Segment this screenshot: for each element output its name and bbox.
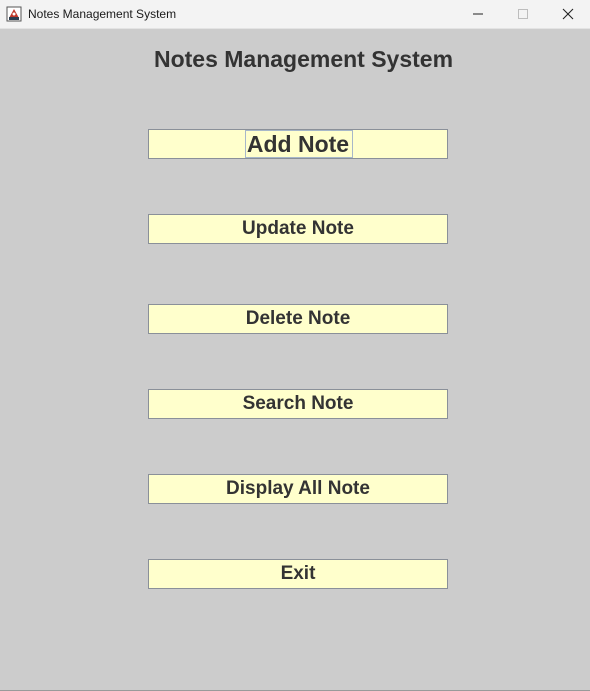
search-note-button[interactable]: Search Note (148, 389, 448, 419)
title-bar[interactable]: Notes Management System (0, 0, 590, 29)
window-title: Notes Management System (28, 7, 177, 21)
exit-label: Exit (280, 563, 316, 584)
add-note-button[interactable]: Add Note (148, 129, 448, 159)
search-note-label: Search Note (242, 393, 354, 414)
main-panel: Notes Management System Add Note Update … (0, 29, 590, 691)
exit-button[interactable]: Exit (148, 559, 448, 589)
display-all-note-button[interactable]: Display All Note (148, 474, 448, 504)
update-note-label: Update Note (242, 218, 354, 239)
add-note-label: Add Note (246, 131, 350, 157)
maximize-button[interactable] (500, 0, 546, 28)
minimize-icon (473, 13, 483, 15)
maximize-icon (518, 9, 528, 19)
update-note-button[interactable]: Update Note (148, 214, 448, 244)
close-icon (562, 8, 574, 20)
app-window: Notes Management System Notes Management… (0, 0, 590, 691)
delete-note-button[interactable]: Delete Note (148, 304, 448, 334)
java-app-icon (6, 6, 22, 22)
close-button[interactable] (545, 0, 590, 28)
delete-note-label: Delete Note (245, 308, 351, 329)
display-all-note-label: Display All Note (226, 478, 370, 499)
page-title: Notes Management System (153, 46, 454, 72)
minimize-button[interactable] (455, 0, 501, 28)
